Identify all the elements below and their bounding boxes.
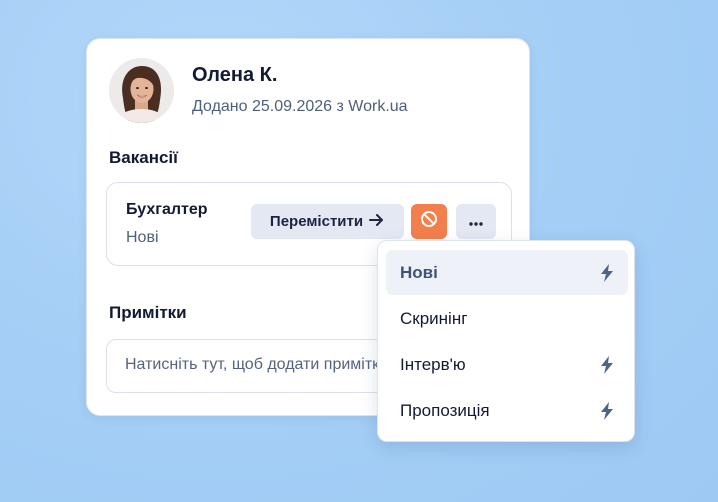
vacancy-stage: Нові	[126, 229, 159, 246]
avatar	[109, 58, 174, 123]
stage-option-label: Інтерв'ю	[400, 354, 466, 374]
arrow-right-icon	[369, 212, 385, 232]
reject-button[interactable]	[411, 204, 447, 239]
more-options-button[interactable]	[456, 204, 496, 239]
notes-placeholder: Натисніть тут, щоб додати примітку	[125, 356, 388, 373]
ellipsis-icon	[468, 213, 484, 231]
move-button[interactable]: Перемістити	[251, 204, 404, 239]
lightning-icon	[600, 402, 614, 425]
vacancy-title[interactable]: Бухгалтер	[126, 201, 208, 219]
stage-dropdown-menu: Нові Скринінг Інтерв'ю Пропозиція	[377, 240, 635, 442]
lightning-icon	[600, 356, 614, 379]
lightning-icon	[600, 264, 614, 287]
candidate-added-info: Додано 25.09.2026 з Work.ua	[192, 98, 408, 115]
candidate-name: Олена К.	[192, 64, 278, 86]
move-button-label: Перемістити	[269, 213, 364, 230]
vacancies-heading: Вакансії	[109, 148, 178, 167]
stage-option-label: Пропозиція	[400, 400, 490, 420]
stage-option-interview[interactable]: Інтерв'ю	[386, 342, 628, 387]
stage-option-offer[interactable]: Пропозиція	[386, 388, 628, 433]
block-icon	[420, 210, 438, 233]
stage-option-label: Нові	[400, 262, 438, 282]
stage-option-screening[interactable]: Скринінг	[386, 296, 628, 341]
stage-option-label: Скринінг	[400, 308, 468, 328]
stage-option-new[interactable]: Нові	[386, 250, 628, 295]
notes-heading: Примітки	[109, 303, 187, 322]
